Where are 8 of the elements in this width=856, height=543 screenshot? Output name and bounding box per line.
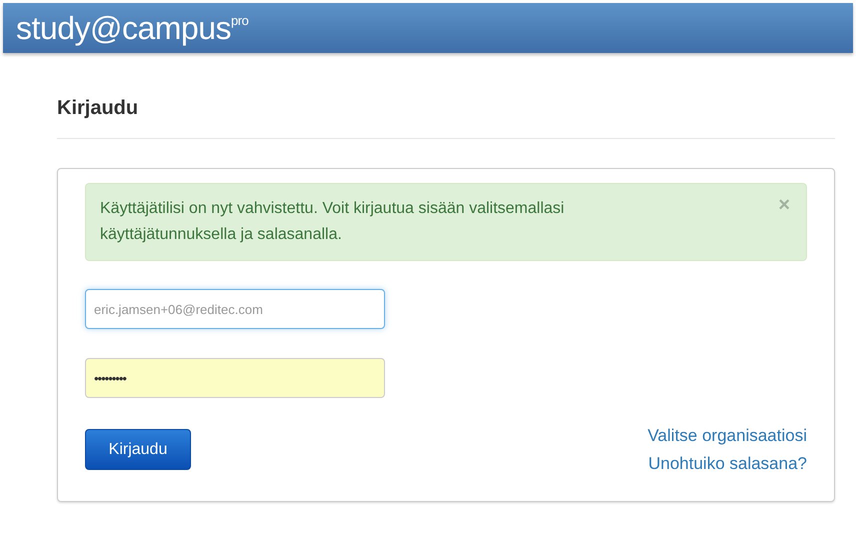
page-title: Kirjaudu bbox=[57, 96, 140, 121]
username-field[interactable]: eric.jamsen+06@reditec.com bbox=[85, 289, 385, 329]
alert-message: Käyttäjätilisi on nyt vahvistettu. Voit kirjautua sisään valitsemallasi käyttäjätunnuksella ja salasanalla. bbox=[100, 199, 566, 245]
text-link[interactable]: Valitse organisaatiosi bbox=[648, 425, 807, 447]
password-field[interactable]: ••••••••• bbox=[85, 358, 385, 398]
login-button[interactable]: Kirjaudu bbox=[85, 429, 191, 470]
text-link[interactable]: Unohtuiko salasana? bbox=[648, 453, 807, 475]
logo: study@campus$^{pro}$ bbox=[16, 12, 248, 44]
